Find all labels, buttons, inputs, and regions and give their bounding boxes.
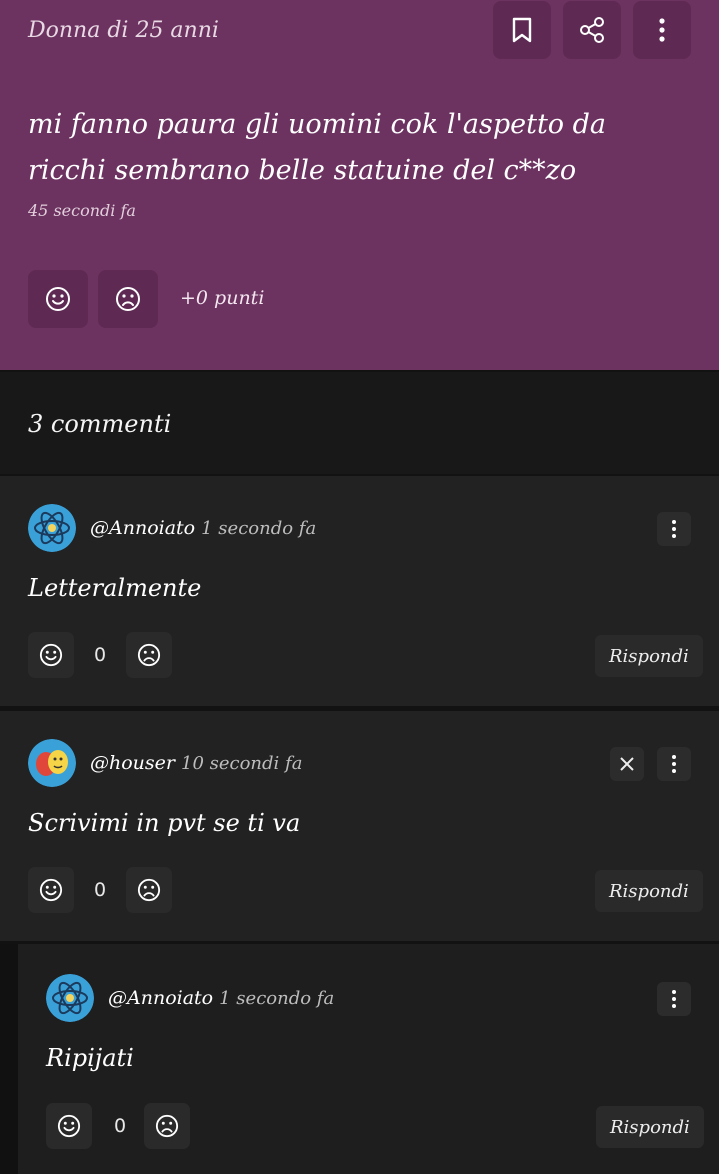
comment-username[interactable]: @Annoiato: [90, 517, 195, 539]
downvote-button[interactable]: [98, 270, 158, 328]
comment-author[interactable]: @Annoiato 1 secondo fa: [90, 517, 316, 539]
comment-upvote-button[interactable]: [46, 1103, 92, 1149]
more-vertical-icon: [659, 18, 665, 42]
comment-score: 0: [94, 879, 107, 901]
comment-author[interactable]: @Annoiato 1 secondo fa: [108, 987, 334, 1009]
bookmark-button[interactable]: [493, 1, 551, 59]
comment-time: 10 secondi fa: [181, 753, 303, 774]
smile-icon: [45, 286, 71, 312]
frown-icon: [115, 286, 141, 312]
comment-card: @Annoiato 1 secondo fa Letteralmente 0 Ri…: [0, 476, 719, 706]
more-vertical-icon: [672, 755, 676, 773]
frown-icon: [155, 1114, 179, 1138]
post-card: Donna di 25 anni mi fanno paura gli uomi…: [0, 0, 719, 370]
atom-avatar[interactable]: [46, 974, 94, 1022]
smile-icon: [39, 878, 63, 902]
comment-text: Ripijati: [46, 1044, 134, 1072]
comment-score: 0: [94, 644, 107, 666]
comment-upvote-button[interactable]: [28, 867, 74, 913]
smile-icon: [57, 1114, 81, 1138]
share-icon: [578, 16, 606, 44]
post-text: mi fanno paura gli uomini cok l'aspetto …: [28, 109, 607, 186]
post-time: 45 secondi fa: [28, 201, 136, 220]
comment-text: Scrivimi in pvt se ti va: [28, 809, 301, 837]
upvote-button[interactable]: [28, 270, 88, 328]
smile-icon: [39, 643, 63, 667]
reply-button[interactable]: Rispondi: [595, 870, 703, 912]
comment-upvote-button[interactable]: [28, 632, 74, 678]
close-icon: [620, 757, 634, 771]
theater-masks-avatar[interactable]: [28, 739, 76, 787]
comment-downvote-button[interactable]: [126, 632, 172, 678]
more-vertical-icon: [672, 990, 676, 1008]
comments-count: 3 commenti: [28, 410, 172, 438]
reply-card: @Annoiato 1 secondo fa Ripijati 0 Rispond…: [18, 944, 719, 1174]
post-author: Donna di 25 anni: [28, 18, 219, 43]
comment-score: 0: [114, 1115, 127, 1137]
comment-more-button[interactable]: [657, 747, 691, 781]
share-button[interactable]: [563, 1, 621, 59]
comment-downvote-button[interactable]: [126, 867, 172, 913]
comment-time: 1 secondo fa: [219, 988, 335, 1009]
frown-icon: [137, 878, 161, 902]
atom-avatar[interactable]: [28, 504, 76, 552]
comment-text: Letteralmente: [28, 574, 202, 602]
comment-time: 1 secondo fa: [201, 518, 317, 539]
comment-username[interactable]: @Annoiato: [108, 987, 213, 1009]
frown-icon: [137, 643, 161, 667]
comment-author[interactable]: @houser 10 secondi fa: [90, 752, 302, 774]
comment-card: @houser 10 secondi fa Scrivimi in pvt se …: [0, 711, 719, 941]
reply-button[interactable]: Rispondi: [596, 1106, 704, 1148]
reply-button[interactable]: Rispondi: [595, 635, 703, 677]
more-vertical-icon: [672, 520, 676, 538]
reply-thread-rail: [0, 944, 18, 1174]
comment-downvote-button[interactable]: [144, 1103, 190, 1149]
post-points: +0 punti: [180, 287, 265, 309]
bookmark-icon: [511, 17, 533, 43]
comment-username[interactable]: @houser: [90, 752, 175, 774]
comment-more-button[interactable]: [657, 512, 691, 546]
comment-more-button[interactable]: [657, 982, 691, 1016]
close-button[interactable]: [610, 747, 644, 781]
more-options-button[interactable]: [633, 1, 691, 59]
